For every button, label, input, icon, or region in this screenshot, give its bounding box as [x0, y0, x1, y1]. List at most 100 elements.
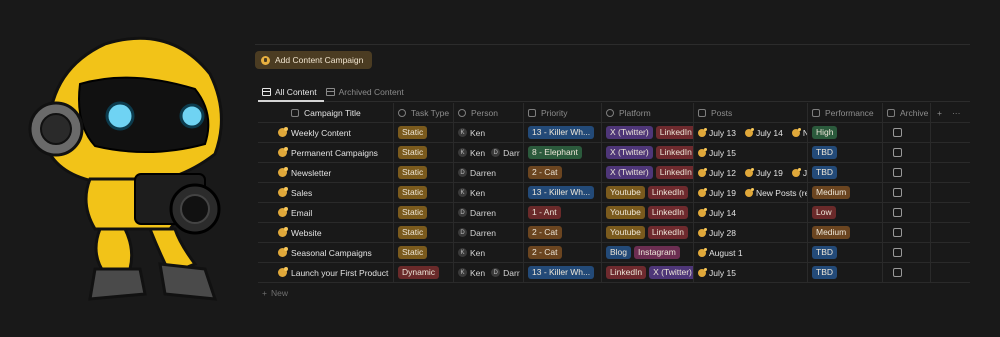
archive-cell[interactable] — [883, 203, 931, 222]
add-content-campaign-button[interactable]: Add Content Campaign — [255, 51, 372, 69]
task-type-cell[interactable]: Static — [394, 243, 454, 262]
post-link[interactable]: July 14 — [698, 207, 736, 218]
performance-cell[interactable]: TBD — [808, 163, 883, 182]
posts-cell[interactable]: July 13 July 14 N — [694, 123, 808, 142]
priority-cell[interactable]: 13 - Killer Wh... — [524, 123, 602, 142]
column-header-task-type[interactable]: Task Type — [394, 103, 454, 122]
archive-checkbox[interactable] — [893, 188, 902, 197]
tab-all-content[interactable]: All Content — [262, 85, 317, 99]
post-link[interactable]: July 19 — [744, 167, 783, 178]
table-row[interactable]: Launch your First Product Dynamic K Ken D Dar… — [258, 263, 970, 283]
archive-cell[interactable] — [883, 123, 931, 142]
post-link[interactable]: July 14 — [744, 127, 783, 138]
table-row[interactable]: Sales Static K Ken 13 - Killer Wh... Youtube L… — [258, 183, 970, 203]
archive-cell[interactable] — [883, 243, 931, 262]
campaign-title-cell[interactable]: Permanent Campaigns — [258, 143, 394, 162]
tab-archived-content[interactable]: Archived Content — [325, 85, 404, 99]
priority-cell[interactable]: 13 - Killer Wh... — [524, 183, 602, 202]
post-link[interactable]: J — [791, 167, 807, 178]
column-header-performance[interactable]: Performance — [808, 103, 883, 122]
campaign-title-cell[interactable]: Email — [258, 203, 394, 222]
person-cell[interactable]: D Darren — [454, 163, 524, 182]
platform-cell[interactable]: X (Twitter) LinkedIn — [602, 123, 694, 142]
column-header-posts[interactable]: Posts — [694, 103, 808, 122]
posts-cell[interactable]: August 1 — [694, 243, 808, 262]
posts-cell[interactable]: July 28 — [694, 223, 808, 242]
post-link[interactable]: July 19 — [698, 187, 736, 198]
more-options-icon[interactable]: ··· — [952, 108, 961, 118]
person-cell[interactable]: K Ken — [454, 123, 524, 142]
archive-cell[interactable] — [883, 143, 931, 162]
posts-cell[interactable]: July 15 — [694, 263, 808, 282]
platform-cell[interactable]: X (Twitter) LinkedIn — [602, 163, 694, 182]
table-row[interactable]: Permanent Campaigns Static K Ken D Darr 8 - El… — [258, 143, 970, 163]
column-header-archive[interactable]: Archive — [883, 103, 931, 122]
archive-checkbox[interactable] — [893, 128, 902, 137]
table-row[interactable]: Weekly Content Static K Ken 13 - Killer Wh..… — [258, 123, 970, 143]
post-link[interactable]: July 12 — [698, 167, 736, 178]
archive-cell[interactable] — [883, 263, 931, 282]
task-type-cell[interactable]: Static — [394, 183, 454, 202]
column-header-campaign-title[interactable]: Campaign Title — [258, 103, 394, 122]
archive-checkbox[interactable] — [893, 208, 902, 217]
column-header-priority[interactable]: Priority — [524, 103, 602, 122]
performance-cell[interactable]: High — [808, 123, 883, 142]
performance-cell[interactable]: TBD — [808, 263, 883, 282]
campaign-title-cell[interactable]: Newsletter — [258, 163, 394, 182]
campaign-title-cell[interactable]: Launch your First Product — [258, 263, 394, 282]
person-cell[interactable]: K Ken — [454, 243, 524, 262]
task-type-cell[interactable]: Static — [394, 123, 454, 142]
priority-cell[interactable]: 2 - Cat — [524, 223, 602, 242]
post-link[interactable]: July 15 — [698, 267, 736, 278]
platform-cell[interactable]: Youtube LinkedIn — [602, 223, 694, 242]
archive-checkbox[interactable] — [893, 268, 902, 277]
table-row[interactable]: Newsletter Static D Darren 2 - Cat X (Twitter… — [258, 163, 970, 183]
post-link[interactable]: August 1 — [698, 247, 743, 258]
priority-cell[interactable]: 2 - Cat — [524, 163, 602, 182]
person-cell[interactable]: K Ken D Darr — [454, 263, 524, 282]
task-type-cell[interactable]: Static — [394, 223, 454, 242]
performance-cell[interactable]: TBD — [808, 143, 883, 162]
performance-cell[interactable]: TBD — [808, 243, 883, 262]
priority-cell[interactable]: 2 - Cat — [524, 243, 602, 262]
person-cell[interactable]: D Darren — [454, 203, 524, 222]
task-type-cell[interactable]: Static — [394, 203, 454, 222]
add-column-icon[interactable]: + — [937, 108, 942, 118]
post-link[interactable]: N — [791, 127, 807, 138]
archive-checkbox[interactable] — [893, 248, 902, 257]
new-row-button[interactable]: + New — [258, 283, 970, 302]
task-type-cell[interactable]: Static — [394, 143, 454, 162]
archive-checkbox[interactable] — [893, 148, 902, 157]
post-link[interactable]: July 15 — [698, 147, 736, 158]
campaign-title-cell[interactable]: Website — [258, 223, 394, 242]
performance-cell[interactable]: Medium — [808, 223, 883, 242]
archive-checkbox[interactable] — [893, 228, 902, 237]
platform-cell[interactable]: LinkedIn X (Twitter) — [602, 263, 694, 282]
performance-cell[interactable]: Medium — [808, 183, 883, 202]
platform-cell[interactable]: Blog Instagram — [602, 243, 694, 262]
post-link[interactable]: New Posts (re — [744, 187, 807, 198]
posts-cell[interactable]: July 12 July 19 J — [694, 163, 808, 182]
priority-cell[interactable]: 1 - Ant — [524, 203, 602, 222]
person-cell[interactable]: K Ken — [454, 183, 524, 202]
archive-cell[interactable] — [883, 183, 931, 202]
column-header-person[interactable]: Person — [454, 103, 524, 122]
archive-cell[interactable] — [883, 163, 931, 182]
campaign-title-cell[interactable]: Sales — [258, 183, 394, 202]
campaign-title-cell[interactable]: Weekly Content — [258, 123, 394, 142]
priority-cell[interactable]: 13 - Killer Wh... — [524, 263, 602, 282]
person-cell[interactable]: K Ken D Darr — [454, 143, 524, 162]
priority-cell[interactable]: 8 - Elephant — [524, 143, 602, 162]
archive-checkbox[interactable] — [893, 168, 902, 177]
table-row[interactable]: Email Static D Darren 1 - Ant Youtube LinkedIn… — [258, 203, 970, 223]
performance-cell[interactable]: Low — [808, 203, 883, 222]
table-row[interactable]: Seasonal Campaigns Static K Ken 2 - Cat Blog I… — [258, 243, 970, 263]
platform-cell[interactable]: Youtube LinkedIn — [602, 183, 694, 202]
table-row[interactable]: Website Static D Darren 2 - Cat Youtube Linked… — [258, 223, 970, 243]
posts-cell[interactable]: July 19 New Posts (re — [694, 183, 808, 202]
platform-cell[interactable]: X (Twitter) LinkedIn — [602, 143, 694, 162]
post-link[interactable]: July 13 — [698, 127, 736, 138]
column-header-platform[interactable]: Platform — [602, 103, 694, 122]
post-link[interactable]: July 28 — [698, 227, 736, 238]
archive-cell[interactable] — [883, 223, 931, 242]
